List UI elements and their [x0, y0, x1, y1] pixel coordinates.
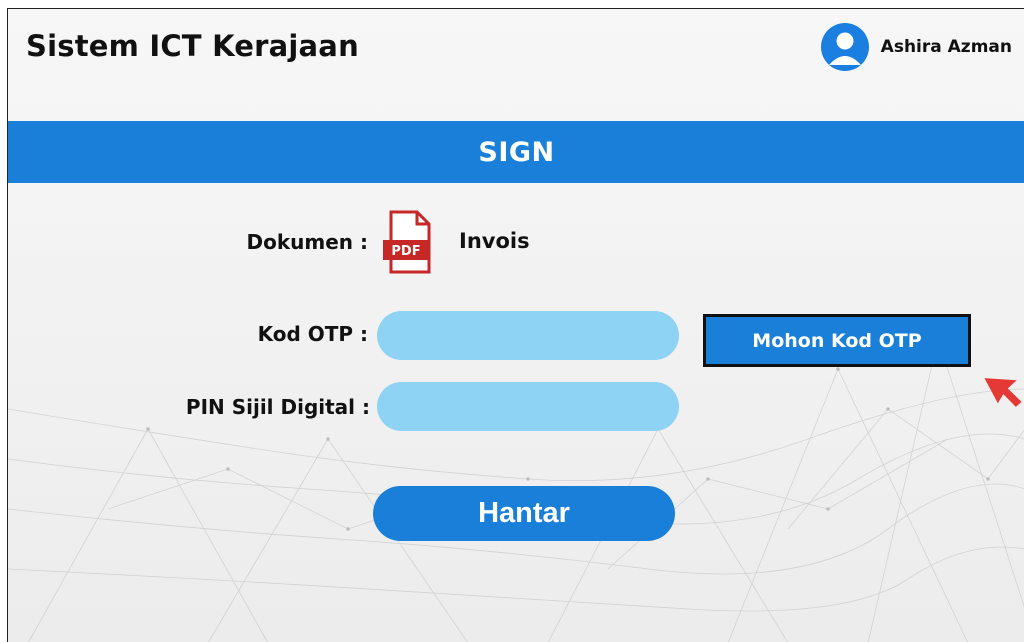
- pin-input[interactable]: [377, 382, 679, 431]
- user-profile[interactable]: Ashira Azman: [820, 23, 1012, 71]
- svg-text:PDF: PDF: [391, 244, 420, 259]
- request-otp-button[interactable]: Mohon Kod OTP: [703, 314, 971, 367]
- app-title: Sistem ICT Kerajaan: [26, 29, 359, 63]
- banner-title: SIGN: [478, 136, 555, 168]
- otp-label: Kod OTP :: [257, 322, 368, 346]
- pin-label: PIN Sijil Digital :: [185, 395, 370, 419]
- mouse-pointer-icon: [984, 378, 1022, 407]
- document-label: Dokumen :: [246, 230, 368, 254]
- user-avatar-icon: [820, 23, 869, 71]
- pdf-file-icon[interactable]: PDF: [381, 210, 439, 274]
- user-name: Ashira Azman: [880, 37, 1012, 57]
- sign-banner: SIGN: [8, 121, 1024, 183]
- document-name[interactable]: Invois: [459, 229, 530, 253]
- app-window: Sistem ICT Kerajaan Ashira Azman SIGN Do…: [7, 8, 1024, 642]
- submit-button[interactable]: Hantar: [373, 486, 675, 541]
- otp-input[interactable]: [377, 311, 679, 360]
